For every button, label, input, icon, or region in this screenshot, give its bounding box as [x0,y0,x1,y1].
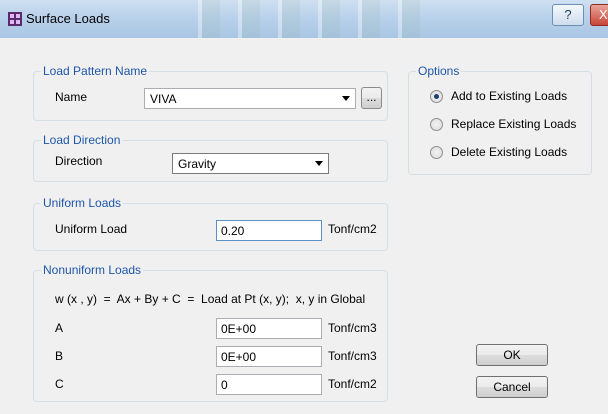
uniform-load-label: Uniform Load [55,222,128,236]
coef-a-input[interactable] [216,318,322,339]
name-label: Name [55,90,88,104]
radio-replace-existing[interactable] [430,118,443,131]
load-direction-legend: Load Direction [41,133,123,147]
option-replace-existing-label: Replace Existing Loads [451,117,577,131]
option-add-existing-label: Add to Existing Loads [451,89,568,103]
options-group: Options Add to Existing Loads Replace Ex… [408,64,592,175]
radio-delete-existing[interactable] [430,146,443,159]
help-icon: ? [564,7,572,22]
coef-a-label: A [55,321,64,335]
option-replace-existing[interactable]: Replace Existing Loads [409,116,589,134]
coef-b-label: B [55,349,64,363]
ok-button[interactable]: OK [476,344,548,366]
help-button[interactable]: ? [552,4,584,26]
nonuniform-loads-legend: Nonuniform Loads [41,263,144,277]
load-pattern-select[interactable]: VIVA [144,88,356,109]
load-direction-group: Load Direction Direction Gravity [33,133,388,182]
cancel-button[interactable]: Cancel [476,376,548,398]
uniform-loads-group: Uniform Loads Uniform Load Tonf/cm2 [33,196,388,251]
direction-value: Gravity [178,157,217,171]
direction-select[interactable]: Gravity [172,153,329,174]
chevron-down-icon [315,161,323,166]
chevron-down-icon [342,96,350,101]
uniform-load-input[interactable] [216,220,322,241]
option-add-existing[interactable]: Add to Existing Loads [409,88,589,106]
title-bar[interactable]: Surface Loads ? X [0,0,608,38]
coef-c-input[interactable] [216,374,322,395]
app-icon [8,12,22,26]
load-equation: w (x , y) = Ax + By + C = Load at Pt (x,… [55,292,366,306]
coef-b-unit: Tonf/cm3 [328,349,377,363]
browse-button[interactable]: ... [361,87,382,109]
uniform-load-unit: Tonf/cm2 [328,222,377,236]
option-delete-existing-label: Delete Existing Loads [451,145,568,159]
coef-a-unit: Tonf/cm3 [328,321,377,335]
load-pattern-group: Load Pattern Name Name VIVA ... [33,64,388,121]
radio-add-existing[interactable] [430,90,443,103]
window-title: Surface Loads [26,11,110,26]
uniform-loads-legend: Uniform Loads [41,196,124,210]
load-pattern-legend: Load Pattern Name [41,64,150,78]
coef-c-unit: Tonf/cm2 [328,377,377,391]
nonuniform-loads-group: Nonuniform Loads w (x , y) = Ax + By + C… [33,263,388,402]
title-bar-decoration [180,0,420,38]
options-legend: Options [416,64,462,78]
coef-b-input[interactable] [216,346,322,367]
coef-c-label: C [55,377,64,391]
close-icon: X [599,7,608,22]
direction-label: Direction [55,154,103,168]
close-button[interactable]: X [590,4,608,26]
option-delete-existing[interactable]: Delete Existing Loads [409,144,589,162]
load-pattern-value: VIVA [150,92,177,106]
